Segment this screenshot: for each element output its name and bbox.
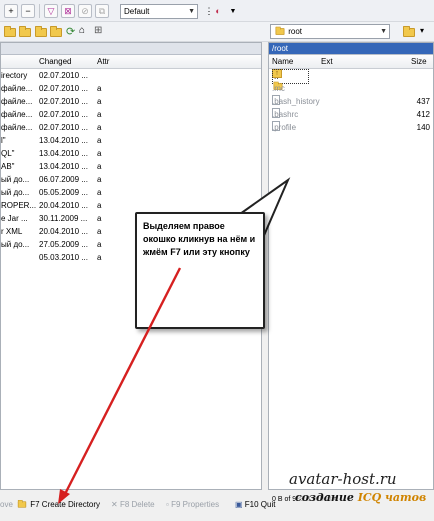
watermark-site: avatar-host.ru (289, 470, 397, 488)
red-arrow-head (58, 489, 70, 504)
watermark-tagline: создание ICQ чатов (295, 491, 427, 504)
watermark-tagline-text: создание (295, 491, 358, 504)
red-arrow-line (62, 267, 182, 497)
arrow-overlay (58, 267, 182, 504)
watermark-tagline-highlight: ICQ чатов (357, 491, 427, 504)
